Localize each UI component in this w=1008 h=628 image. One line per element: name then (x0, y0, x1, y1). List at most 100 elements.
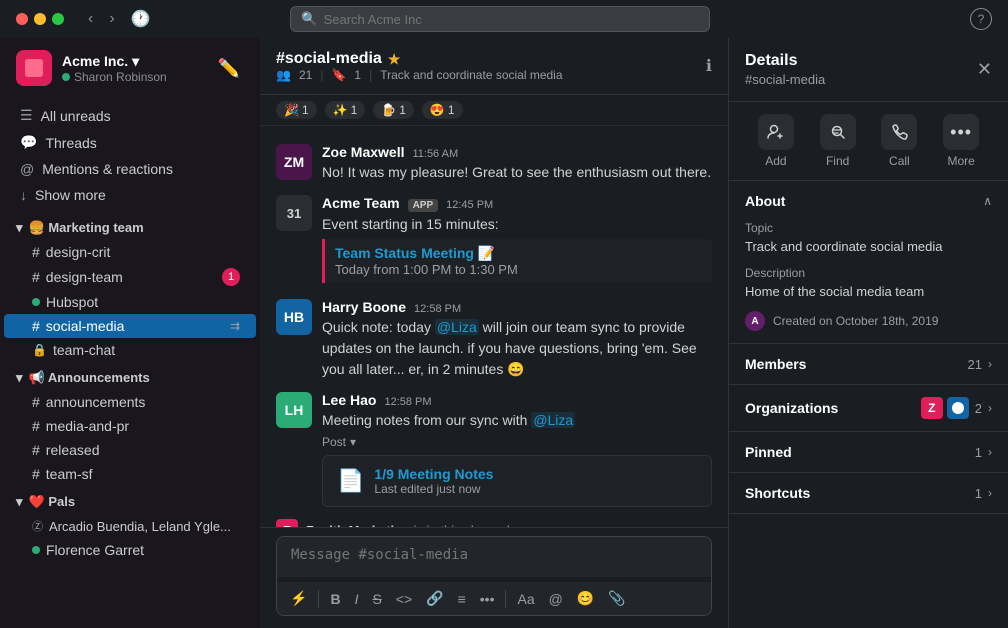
message-input-area: ⚡ B I S <> 🔗 ≡ ••• Aa @ 😊 📎 (260, 527, 728, 628)
toolbar-separator (318, 590, 319, 608)
action-call[interactable]: Call (881, 114, 917, 168)
shortcuts-section-header[interactable]: Shortcuts 1 › (729, 473, 1008, 513)
channel-dm-arcadio[interactable]: Ⓩ Arcadio Buendia, Leland Ygle... (4, 514, 256, 538)
forward-button[interactable]: › (105, 7, 118, 31)
msg-author: Lee Hao (322, 392, 376, 408)
minimize-window-btn[interactable] (34, 13, 46, 25)
text-format-button[interactable]: Aa (512, 587, 539, 611)
compose-button[interactable]: ✏️ (214, 54, 244, 83)
members-chevron: › (988, 357, 992, 371)
section-announcements[interactable]: ▾ 📢 Announcements (0, 362, 260, 390)
reaction-beer[interactable]: 🍺1 (373, 101, 414, 119)
attachment-button[interactable]: 📎 (603, 586, 630, 611)
main-layout: Acme Inc. ▾ Sharon Robinson ✏️ ☰ All unr… (0, 38, 1008, 628)
post-card[interactable]: 📄 1/9 Meeting Notes Last edited just now (322, 455, 712, 507)
channel-design-crit[interactable]: # design-crit (4, 240, 256, 264)
close-window-btn[interactable] (16, 13, 28, 25)
close-details-button[interactable]: ✕ (977, 59, 992, 80)
channel-social-media[interactable]: # social-media ⇉ (4, 314, 256, 338)
msg-text: Quick note: today @Liza will join our te… (322, 317, 712, 380)
channel-team-sf[interactable]: # team-sf (4, 462, 256, 486)
event-card[interactable]: Team Status Meeting 📝 Today from 1:00 PM… (322, 239, 712, 283)
channel-media-and-pr[interactable]: # media-and-pr (4, 414, 256, 438)
msg-time: 12:58 PM (384, 396, 431, 408)
channel-hubspot[interactable]: Hubspot (4, 290, 256, 314)
all-unreads-icon: ☰ (20, 107, 33, 124)
section-pals[interactable]: ▾ ❤️ Pals (0, 486, 260, 514)
about-section-header[interactable]: About ∧ (729, 181, 1008, 221)
reaction-party[interactable]: 🎉1 (276, 101, 317, 119)
chat-area: #social-media ★ 👥 21 | 🔖 1 | Track and c… (260, 38, 728, 628)
action-add[interactable]: Add (758, 114, 794, 168)
avatar-acme: 31 (276, 195, 312, 231)
fullscreen-window-btn[interactable] (52, 13, 64, 25)
pinned-section-header[interactable]: Pinned 1 › (729, 432, 1008, 472)
organizations-count: 2 (975, 401, 982, 416)
workspace-name[interactable]: Acme Inc. ▾ (62, 53, 204, 70)
avatar-harry: HB (276, 299, 312, 335)
window-controls (16, 13, 64, 25)
members-section-header[interactable]: Members 21 › (729, 344, 1008, 384)
organizations-section: Organizations Z 2 › (729, 385, 1008, 432)
strikethrough-button[interactable]: S (367, 587, 386, 611)
help-button[interactable]: ? (970, 8, 992, 30)
mention-liza[interactable]: @Liza (435, 319, 479, 335)
sidebar-item-threads[interactable]: 💬 Threads (4, 129, 256, 156)
msg-text: Meeting notes from our sync with @Liza (322, 410, 712, 431)
channel-design-team[interactable]: # design-team 1 (4, 264, 256, 290)
mention-button[interactable]: @ (544, 587, 568, 611)
mention-liza2[interactable]: @Liza (531, 412, 575, 428)
florence-status-dot (32, 546, 40, 554)
action-more[interactable]: ••• More (943, 114, 979, 168)
section-marketing[interactable]: ▾ 🍔 Marketing team (0, 212, 260, 240)
action-find[interactable]: Find (820, 114, 856, 168)
hash-icon: # (32, 466, 40, 482)
search-bar[interactable]: 🔍 (290, 6, 710, 32)
reaction-love[interactable]: 😍1 (422, 101, 463, 119)
list-button[interactable]: ≡ (453, 587, 471, 611)
search-icon: 🔍 (301, 11, 317, 27)
italic-button[interactable]: I (350, 587, 364, 611)
add-icon (758, 114, 794, 150)
channel-announcements[interactable]: # announcements (4, 390, 256, 414)
message-lee: LH Lee Hao 12:58 PM Meeting notes from o… (260, 386, 728, 513)
channel-released[interactable]: # released (4, 438, 256, 462)
more-label: More (947, 154, 974, 168)
section-arrow: ▾ (16, 220, 23, 236)
channel-title: #social-media ★ (276, 50, 563, 68)
sidebar: Acme Inc. ▾ Sharon Robinson ✏️ ☰ All unr… (0, 38, 260, 628)
message-input[interactable] (277, 537, 711, 577)
sidebar-item-show-more[interactable]: ↓ Show more (4, 182, 256, 208)
threads-icon: 💬 (20, 134, 37, 151)
sidebar-item-all-unreads[interactable]: ☰ All unreads (4, 102, 256, 129)
emoji-button[interactable]: 😊 (572, 586, 599, 611)
info-button[interactable]: ℹ (706, 56, 712, 76)
post-label[interactable]: Post ▾ (322, 435, 712, 449)
sidebar-item-mentions[interactable]: @ Mentions & reactions (4, 156, 256, 182)
more-formatting-button[interactable]: ••• (475, 587, 500, 611)
call-label: Call (889, 154, 910, 168)
members-count: 21 (968, 357, 982, 372)
reaction-sparkle[interactable]: ✨1 (325, 101, 366, 119)
channel-dm-florence[interactable]: Florence Garret (4, 538, 256, 562)
history-button[interactable]: 🕐 (127, 7, 155, 31)
shortcuts-title: Shortcuts (745, 485, 810, 501)
back-button[interactable]: ‹ (84, 7, 97, 31)
about-section: About ∧ Topic Track and coordinate socia… (729, 181, 1008, 344)
search-input[interactable] (324, 12, 700, 27)
lock-icon: 🔒 (32, 343, 47, 357)
details-title-group: Details #social-media (745, 52, 825, 87)
pinned-section: Pinned 1 › (729, 432, 1008, 473)
find-icon (820, 114, 856, 150)
link-button[interactable]: 🔗 (421, 586, 448, 611)
msg-text: No! It was my pleasure! Great to see the… (322, 162, 712, 183)
bold-button[interactable]: B (325, 587, 345, 611)
organizations-section-header[interactable]: Organizations Z 2 › (729, 385, 1008, 431)
lightning-button[interactable]: ⚡ (285, 586, 312, 611)
desc-label: Description (745, 266, 992, 280)
star-icon[interactable]: ★ (388, 51, 401, 68)
channel-team-chat[interactable]: 🔒 team-chat (4, 338, 256, 362)
code-button[interactable]: <> (391, 587, 417, 611)
pinned-chevron: › (988, 445, 992, 459)
message-input-box: ⚡ B I S <> 🔗 ≡ ••• Aa @ 😊 📎 (276, 536, 712, 616)
